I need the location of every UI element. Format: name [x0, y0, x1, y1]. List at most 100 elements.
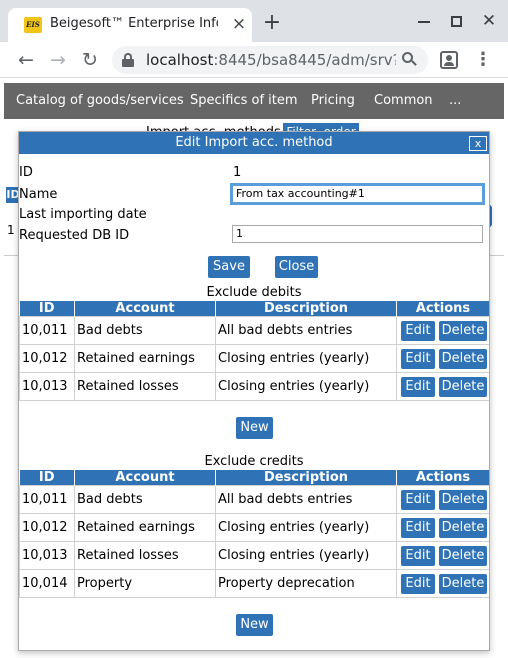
column-header-description: Description [215, 301, 397, 317]
column-header-actions: Actions [396, 470, 489, 486]
table-header-row: ID Account Description Actions [19, 301, 489, 317]
delete-button[interactable]: Delete [439, 517, 487, 538]
cell-actions: Edit Delete [396, 316, 489, 345]
reload-icon[interactable]: ↻ [78, 48, 102, 72]
forward-arrow-icon[interactable]: → [46, 48, 70, 72]
background-row-id: 1 [7, 223, 15, 237]
nav-item-catalog[interactable]: Catalog of goods/services [16, 93, 184, 108]
table-header-row: ID Account Description Actions [19, 470, 489, 486]
edit-button[interactable]: Edit [401, 489, 435, 510]
nav-item-pricing[interactable]: Pricing [311, 93, 355, 108]
cell-description: Closing entries (yearly) [215, 513, 397, 542]
minimize-icon[interactable] [412, 10, 436, 32]
cell-account: Bad debts [74, 316, 216, 345]
exclude-debits-table: ID Account Description Actions 10,011 Ba… [19, 301, 489, 401]
browser-menu-icon[interactable]: ⋮ [474, 50, 492, 70]
delete-button[interactable]: Delete [439, 376, 487, 397]
requested-db-id-label: Requested DB ID [19, 228, 130, 243]
requested-db-id-input[interactable]: 1 [232, 225, 483, 243]
cell-description: All bad debts entries [215, 485, 397, 514]
address-bar[interactable]: localhost:8445/bsa8445/adm/srv?nmEnt=Imp… [112, 46, 428, 74]
cell-account: Retained losses [74, 541, 216, 570]
name-label: Name [19, 187, 58, 202]
table-row: 10,014 Property Property deprecation Edi… [19, 569, 489, 598]
delete-button[interactable]: Delete [439, 545, 487, 566]
table-row: 10,011 Bad debts All bad debts entries E… [19, 316, 489, 345]
window-close-icon[interactable]: ✕ [477, 10, 501, 32]
last-importing-date-label: Last importing date [19, 207, 147, 222]
cell-id: 10,013 [19, 541, 75, 570]
url-host: localhost [146, 51, 214, 69]
new-credit-button[interactable]: New [236, 614, 273, 636]
delete-button[interactable]: Delete [439, 348, 487, 369]
edit-dialog: Edit Import acc. method x ID 1 Name From… [18, 131, 490, 651]
cell-account: Retained earnings [74, 344, 216, 373]
edit-button[interactable]: Edit [401, 376, 435, 397]
cell-description: Closing entries (yearly) [215, 344, 397, 373]
cell-id: 10,014 [19, 569, 75, 598]
exclude-debits-title: Exclude debits [206, 285, 302, 300]
dialog-title: Edit Import acc. method [19, 132, 489, 154]
edit-button[interactable]: Edit [401, 573, 435, 594]
table-row: 10,012 Retained earnings Closing entries… [19, 344, 489, 373]
cell-description: All bad debts entries [215, 316, 397, 345]
exclude-credits-table: ID Account Description Actions 10,011 Ba… [19, 470, 489, 598]
cell-description: Closing entries (yearly) [215, 541, 397, 570]
table-row: 10,011 Bad debts All bad debts entries E… [19, 485, 489, 514]
close-button[interactable]: Close [275, 256, 318, 278]
cell-actions: Edit Delete [396, 541, 489, 570]
edit-button[interactable]: Edit [401, 517, 435, 538]
cell-id: 10,012 [19, 344, 75, 373]
delete-button[interactable]: Delete [439, 489, 487, 510]
column-header-account: Account [74, 301, 216, 317]
lock-icon[interactable] [122, 53, 134, 67]
edit-button[interactable]: Edit [401, 545, 435, 566]
table-row: 10,013 Retained losses Closing entries (… [19, 372, 489, 401]
favicon-icon: EIS [24, 17, 42, 33]
name-input[interactable]: From tax accounting#1 [230, 183, 485, 205]
cell-id: 10,011 [19, 485, 75, 514]
delete-button[interactable]: Delete [439, 320, 487, 341]
browser-tab[interactable]: EIS Beigesoft™ Enterprise Information Sy… [8, 8, 252, 42]
tab-close-icon[interactable]: × [230, 14, 248, 34]
profile-icon[interactable] [440, 51, 458, 69]
nav-item-more[interactable]: ... [449, 93, 461, 108]
cell-actions: Edit Delete [396, 372, 489, 401]
tab-title: Beigesoft™ Enterprise Information System [50, 16, 218, 31]
column-header-id: ID [19, 470, 75, 486]
back-arrow-icon[interactable]: ← [14, 48, 38, 72]
new-tab-icon[interactable]: + [262, 12, 282, 34]
page-content: Catalog of goods/services Specifics of i… [0, 79, 508, 658]
id-value: 1 [233, 165, 242, 180]
edit-button[interactable]: Edit [401, 320, 435, 341]
table-row: 10,012 Retained earnings Closing entries… [19, 513, 489, 542]
dialog-close-x-button[interactable]: x [469, 136, 487, 151]
delete-button[interactable]: Delete [439, 573, 487, 594]
maximize-icon[interactable] [444, 10, 468, 32]
cell-actions: Edit Delete [396, 513, 489, 542]
column-header-account: Account [74, 470, 216, 486]
cell-actions: Edit Delete [396, 569, 489, 598]
zoom-icon[interactable] [402, 52, 418, 68]
cell-account: Bad debts [74, 485, 216, 514]
browser-titlebar: EIS Beigesoft™ Enterprise Information Sy… [0, 0, 508, 42]
browser-toolbar: ← → ↻ localhost:8445/bsa8445/adm/srv?nmE… [0, 42, 508, 78]
cell-actions: Edit Delete [396, 344, 489, 373]
app-nav-bar: Catalog of goods/services Specifics of i… [4, 83, 504, 119]
nav-item-common[interactable]: Common [374, 93, 433, 108]
cell-actions: Edit Delete [396, 485, 489, 514]
exclude-credits-title: Exclude credits [204, 454, 304, 469]
cell-account: Property [74, 569, 216, 598]
column-header-actions: Actions [396, 301, 489, 317]
url-text[interactable]: localhost:8445/bsa8445/adm/srv?nmEnt=Imp… [146, 51, 396, 69]
cell-description: Closing entries (yearly) [215, 372, 397, 401]
table-row: 10,013 Retained losses Closing entries (… [19, 541, 489, 570]
new-debit-button[interactable]: New [236, 417, 273, 439]
cell-id: 10,012 [19, 513, 75, 542]
nav-item-specifics[interactable]: Specifics of item [190, 93, 298, 108]
save-button[interactable]: Save [208, 256, 250, 278]
column-header-id: ID [19, 301, 75, 317]
cell-account: Retained earnings [74, 513, 216, 542]
id-label: ID [19, 165, 33, 180]
edit-button[interactable]: Edit [401, 348, 435, 369]
